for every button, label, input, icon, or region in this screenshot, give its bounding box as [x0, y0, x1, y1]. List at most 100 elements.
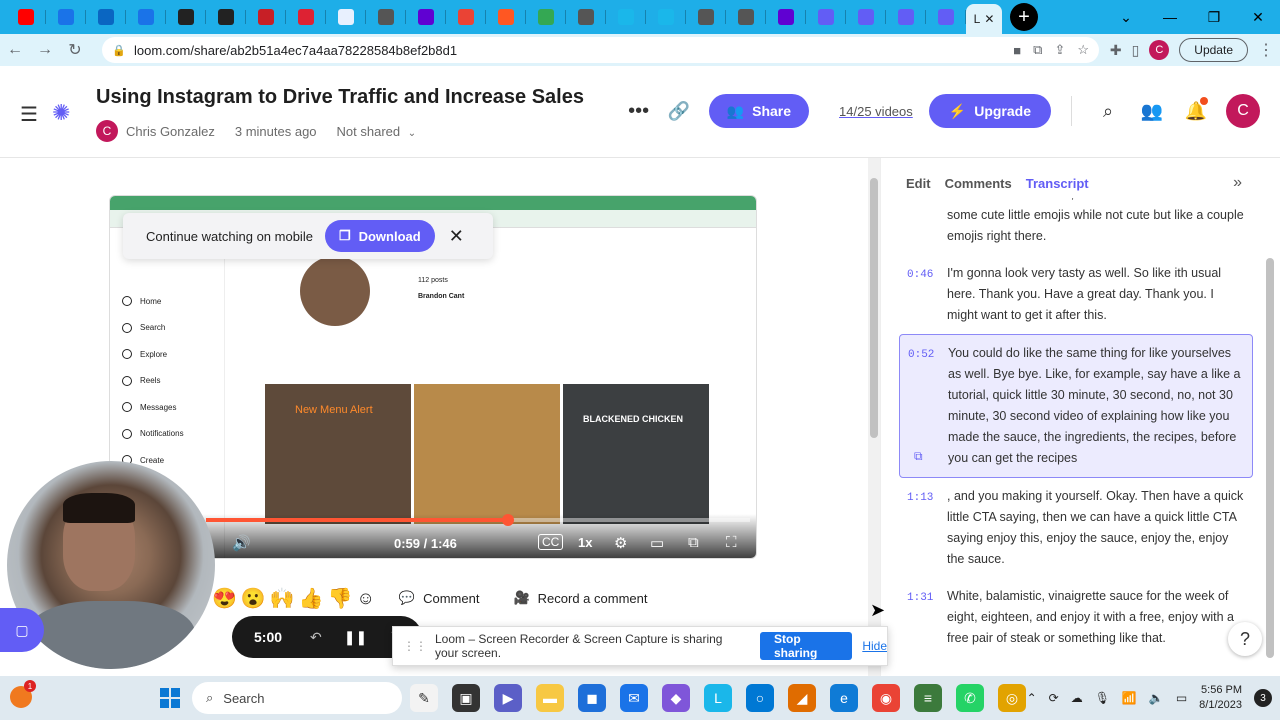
fullscreen-icon[interactable]: ⛶ — [726, 534, 737, 551]
side-panel-icon[interactable]: ▯ — [1132, 42, 1140, 59]
tab-comments[interactable]: Comments — [945, 176, 1012, 191]
browser-tab[interactable] — [806, 0, 846, 34]
browser-tab[interactable] — [86, 0, 126, 34]
drag-handle-icon[interactable]: ⋮⋮ — [403, 639, 427, 653]
more-options-icon[interactable]: ••• — [619, 100, 659, 123]
share-button[interactable]: 👥 Share — [708, 94, 810, 128]
theater-mode-icon[interactable]: ▭ — [650, 534, 664, 552]
transcript-segment[interactable]: 1:31 White, balamistic, vinaigrette sauce… — [899, 578, 1253, 657]
forward-button[interactable]: → — [30, 41, 60, 59]
share-page-icon[interactable]: ⇪ — [1054, 42, 1065, 58]
emoji-reaction-button[interactable]: 🙌 — [270, 586, 295, 611]
back-button[interactable]: ← — [0, 41, 30, 59]
loom-logo-icon[interactable]: ✺ — [52, 100, 70, 126]
transcript-timestamp[interactable]: 0:52 — [908, 345, 934, 366]
visibility-dropdown[interactable]: Not shared ⌄ — [337, 124, 417, 139]
main-scrollbar-thumb[interactable] — [870, 178, 878, 438]
browser-tab[interactable] — [646, 0, 686, 34]
close-window-button[interactable]: ✕ — [1236, 0, 1280, 34]
update-button[interactable]: Update — [1179, 38, 1248, 62]
clock[interactable]: 5:56 PM 8/1/2023 — [1199, 683, 1242, 713]
browser-tab[interactable] — [166, 0, 206, 34]
app-settings-icon[interactable]: ◆ — [662, 684, 690, 712]
microphone-icon[interactable]: 🎙 — [1095, 691, 1110, 705]
minimize-button[interactable]: — — [1148, 0, 1192, 34]
download-button[interactable]: ❐ Download — [324, 220, 435, 252]
app-edge-icon[interactable]: e — [830, 684, 858, 712]
transcript-timestamp[interactable]: 1:31 — [907, 588, 933, 609]
browser-tab[interactable] — [326, 0, 366, 34]
lock-icon[interactable]: 🔒 — [112, 44, 126, 57]
video-title[interactable]: Using Instagram to Drive Traffic and Inc… — [96, 86, 584, 109]
copy-icon[interactable]: ⧉ — [914, 446, 923, 467]
transcript-timestamp[interactable]: 1:13 — [907, 488, 933, 509]
emoji-reaction-button[interactable]: 😮 — [241, 586, 266, 611]
tab-edit[interactable]: Edit — [906, 176, 931, 191]
browser-tab[interactable] — [126, 0, 166, 34]
playback-speed[interactable]: 1x — [578, 535, 592, 550]
tab-search-icon[interactable]: ⌄ — [1104, 0, 1148, 34]
stop-sharing-button[interactable]: Stop sharing — [759, 632, 853, 660]
record-comment-button[interactable]: 🎥 Record a comment — [513, 590, 647, 606]
windows-start-icon[interactable] — [160, 688, 180, 708]
app-notepad-icon[interactable]: ≡ — [914, 684, 942, 712]
settings-gear-icon[interactable]: ⚙ — [614, 534, 627, 552]
picture-in-picture-icon[interactable]: ⧉ — [688, 534, 699, 551]
notification-count[interactable]: 3 — [1254, 689, 1272, 707]
team-icon[interactable]: 👥 — [1130, 101, 1174, 122]
app-store-icon[interactable]: ◼ — [578, 684, 606, 712]
app-file-explorer-icon[interactable]: ▬ — [536, 684, 564, 712]
app-brand-icon[interactable]: ◢ — [788, 684, 816, 712]
browser-tab[interactable] — [766, 0, 806, 34]
emoji-reaction-button[interactable]: 😍 — [212, 586, 237, 611]
taskbar-search[interactable]: ⌕ Search — [192, 682, 402, 714]
restart-icon[interactable]: ↶ — [310, 629, 322, 646]
loom-side-tab[interactable]: ▢ — [0, 608, 44, 652]
new-tab-button[interactable]: + — [1010, 3, 1038, 31]
extensions-icon[interactable]: ✚ — [1110, 42, 1122, 59]
browser-tab[interactable] — [726, 0, 766, 34]
hide-link[interactable]: Hide — [862, 639, 887, 653]
transcript-timestamp[interactable]: 0:46 — [907, 265, 933, 286]
transcript-segment[interactable]: 0:52 You could do like the same thing for… — [899, 334, 1253, 478]
install-app-icon[interactable]: ⧉ — [1033, 42, 1042, 58]
main-scrollbar[interactable] — [868, 158, 880, 676]
user-avatar[interactable]: C — [1226, 94, 1260, 128]
captions-icon[interactable]: CC — [538, 534, 564, 550]
panel-scrollbar[interactable] — [1266, 258, 1274, 658]
tray-overflow-icon[interactable]: ⌃ — [1027, 691, 1037, 705]
browser-tab[interactable] — [686, 0, 726, 34]
notifications-bell-icon[interactable]: 🔔 — [1174, 96, 1218, 122]
videos-count-link[interactable]: 14/25 videos — [839, 104, 913, 119]
browser-tab[interactable] — [566, 0, 606, 34]
volume-icon[interactable]: 🔈 — [1149, 691, 1164, 705]
profile-avatar[interactable]: C — [1149, 40, 1170, 60]
wifi-icon[interactable]: 📶 — [1122, 691, 1137, 705]
app-mail-icon[interactable]: ✉ — [620, 684, 648, 712]
collapse-panel-icon[interactable]: » — [1233, 174, 1242, 192]
browser-tab[interactable] — [286, 0, 326, 34]
video-progress-bar[interactable] — [206, 514, 750, 526]
upgrade-button[interactable]: ⚡ Upgrade — [928, 94, 1051, 128]
maximize-button[interactable]: ❐ — [1192, 0, 1236, 34]
address-bar[interactable]: 🔒 loom.com/share/ab2b51a4ec7a4aa78228584… — [102, 37, 1099, 63]
browser-tab[interactable] — [886, 0, 926, 34]
browser-tab[interactable] — [926, 0, 966, 34]
app-whiteboard-icon[interactable]: ✎ — [410, 684, 438, 712]
progress-knob[interactable] — [502, 514, 515, 526]
app-l-icon[interactable]: L — [704, 684, 732, 712]
reload-button[interactable]: ↻ — [60, 40, 90, 60]
battery-icon[interactable]: ▭ — [1176, 691, 1187, 705]
app-o-icon[interactable]: ○ — [746, 684, 774, 712]
close-icon[interactable]: ✕ — [449, 226, 464, 247]
copy-link-icon[interactable]: 🔗 — [659, 101, 699, 122]
tab-transcript[interactable]: Transcript — [1026, 176, 1089, 191]
pause-icon[interactable]: ❚❚ — [344, 629, 367, 646]
hamburger-menu-icon[interactable]: ☰ — [20, 102, 38, 127]
emoji-reaction-button[interactable]: 👍 — [299, 586, 324, 611]
active-tab[interactable]: L ✕ — [966, 4, 1002, 34]
camera-icon[interactable]: ■ — [1013, 43, 1021, 58]
add-emoji-icon[interactable]: ☺ — [357, 588, 375, 609]
transcript-segment[interactable]: 0:46 I'm gonna look very tasty as well. S… — [899, 255, 1253, 334]
close-tab-icon[interactable]: ✕ — [984, 12, 994, 26]
